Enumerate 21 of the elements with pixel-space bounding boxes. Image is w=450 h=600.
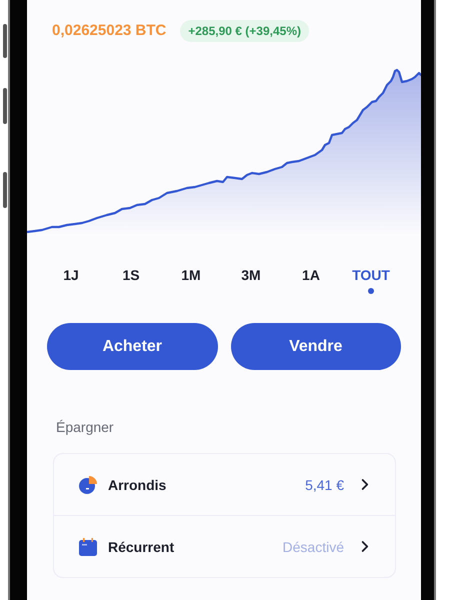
chevron-right-icon (360, 540, 369, 553)
range-tab[interactable]: 1A (287, 267, 335, 297)
range-tab[interactable]: 1J (47, 267, 95, 297)
crypto-amount: 0,02625023 BTC (52, 22, 166, 39)
range-tab[interactable]: 1S (107, 267, 155, 297)
range-tab[interactable]: 3M (227, 267, 275, 297)
row-value: Désactivé (282, 538, 344, 554)
action-button[interactable]: Vendre (230, 323, 401, 370)
row-value: 5,41 € (305, 476, 344, 492)
range-tab[interactable]: TOUT (347, 267, 395, 297)
section-title: Épargner (55, 418, 115, 435)
row-label: Récurrent (108, 538, 176, 554)
chevron-right-icon (360, 478, 369, 491)
savings-row[interactable]: Arrondis 5,41 € (54, 454, 395, 515)
change-badge: +285,90 € (+39,45%) (180, 20, 310, 42)
savings-row[interactable]: Récurrent Désactivé (54, 515, 395, 577)
calendar-icon (78, 536, 98, 556)
pie-chart-icon (78, 474, 98, 494)
row-label: Arrondis (108, 476, 168, 492)
range-tab[interactable]: 1M (167, 267, 215, 297)
action-button[interactable]: Acheter (47, 323, 218, 370)
